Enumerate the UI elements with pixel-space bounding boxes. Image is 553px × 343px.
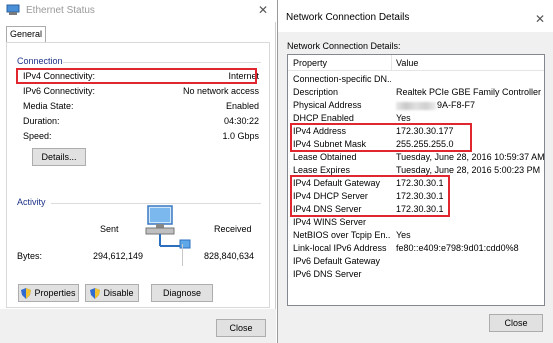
general-tab-panel: Connection IPv4 Connectivity: Internet I… — [6, 42, 270, 308]
list-item-value: Realtek PCIe GBE Family Controller — [396, 87, 542, 97]
list-item-value: fe80::e409:e798:9d01:cdd0%8 — [396, 243, 519, 253]
list-item-property: NetBIOS over Tcpip En... — [293, 230, 391, 240]
disable-button-label: Disable — [103, 288, 134, 298]
list-item-property: IPv6 Default Gateway — [293, 256, 381, 266]
info-row-media-state: Media State: Enabled — [23, 101, 259, 113]
properties-button[interactable]: Properties — [18, 284, 79, 302]
info-row-value: 1.0 Gbps — [222, 131, 259, 141]
info-row-speed: Speed: 1.0 Gbps — [23, 131, 259, 143]
list-item-property: Description — [293, 87, 339, 97]
list-item[interactable]: Link-local IPv6 Address fe80::e409:e798:… — [288, 242, 544, 255]
activity-section-label: Activity — [17, 197, 46, 207]
tab-general[interactable]: General — [6, 26, 46, 42]
list-item[interactable]: IPv6 DNS Server — [288, 268, 544, 281]
info-row-ipv6-connectivity: IPv6 Connectivity: No network access — [23, 86, 259, 98]
list-item[interactable]: Description Realtek PCIe GBE Family Cont… — [288, 86, 544, 99]
window-title: Ethernet Status — [26, 5, 95, 16]
info-row-key: Speed: — [23, 131, 52, 141]
ethernet-status-window: Ethernet Status ✕ General Connection IPv… — [0, 0, 276, 343]
computer-network-icon — [145, 205, 191, 249]
list-item[interactable]: Physical Address 9A-F8-F7 — [288, 99, 544, 112]
info-row-key: IPv6 Connectivity: — [23, 86, 96, 96]
highlight-box-ipv4-address — [290, 123, 472, 152]
info-row-key: Duration: — [23, 116, 60, 126]
disable-button[interactable]: Disable — [85, 284, 139, 302]
info-row-value: 04:30:22 — [223, 116, 259, 126]
column-header-value[interactable]: Value — [396, 58, 418, 68]
info-row-value: No network access — [182, 86, 259, 96]
network-adapter-icon — [6, 4, 20, 15]
bytes-received-value: 828,840,634 — [204, 251, 255, 261]
list-item[interactable]: Connection-specific DN... — [288, 73, 544, 86]
list-item-property: DHCP Enabled — [293, 113, 354, 123]
info-row-duration: Duration: 04:30:22 — [23, 116, 259, 128]
received-label: Received — [214, 224, 252, 234]
close-button[interactable]: Close — [489, 314, 543, 332]
mac-suffix: 9A-F8-F7 — [437, 100, 476, 110]
details-titlebar[interactable]: Network Connection Details ✕ — [278, 0, 553, 32]
list-item-value: Yes — [396, 113, 411, 123]
list-item-property: IPv6 DNS Server — [293, 269, 362, 279]
list-item-property: Lease Expires — [293, 165, 351, 175]
list-item[interactable]: Lease Obtained Tuesday, June 28, 2016 10… — [288, 151, 545, 164]
details-list[interactable]: Property Value Connection-specific DN...… — [287, 54, 545, 306]
shield-icon — [90, 288, 101, 300]
details-subheading: Network Connection Details: — [287, 41, 401, 51]
bytes-sent-value: 294,612,149 — [93, 251, 144, 261]
connection-section-label: Connection — [17, 56, 63, 66]
list-item-value: Tuesday, June 28, 2016 10:59:37 AM — [396, 152, 545, 162]
list-item-value: Tuesday, June 28, 2016 5:00:23 PM — [396, 165, 541, 175]
list-item-property: Physical Address — [293, 100, 362, 110]
column-separator[interactable] — [391, 55, 392, 71]
diagnose-button[interactable]: Diagnose — [151, 284, 213, 302]
list-item-property: IPv4 WINS Server — [293, 217, 367, 227]
bytes-label: Bytes: — [17, 251, 43, 261]
list-item[interactable]: IPv6 Default Gateway — [288, 255, 544, 268]
tab-strip: General — [6, 26, 270, 42]
bytes-column-divider — [182, 244, 183, 266]
close-icon[interactable]: ✕ — [535, 12, 545, 26]
properties-button-label: Properties — [34, 288, 76, 298]
close-icon[interactable]: ✕ — [258, 3, 268, 17]
list-item-property: Connection-specific DN... — [293, 74, 391, 84]
highlight-box-ipv4-connectivity — [16, 68, 257, 84]
column-header-property[interactable]: Property — [293, 58, 327, 68]
info-row-value: Enabled — [225, 101, 259, 111]
window-title: Network Connection Details — [286, 12, 410, 23]
ethernet-status-footer: Close — [0, 309, 276, 343]
ethernet-status-titlebar[interactable]: Ethernet Status ✕ — [0, 0, 276, 22]
network-connection-details-window: Network Connection Details ✕ Network Con… — [277, 0, 553, 343]
connection-divider — [63, 62, 261, 63]
info-row-key: Media State: — [23, 101, 74, 111]
list-header: Property Value — [288, 55, 544, 71]
sent-label: Sent — [100, 224, 119, 234]
close-button[interactable]: Close — [216, 319, 266, 337]
list-item-value: 9A-F8-F7 — [396, 100, 475, 110]
highlight-box-gateway-dhcp-dns — [290, 175, 450, 217]
shield-icon — [21, 288, 32, 300]
list-item[interactable]: NetBIOS over Tcpip En... Yes — [288, 229, 544, 242]
list-item-value: Yes — [396, 230, 411, 240]
list-item-property: Link-local IPv6 Address — [293, 243, 387, 253]
list-item[interactable]: IPv4 WINS Server — [288, 216, 544, 229]
redacted-mac-prefix — [396, 101, 436, 110]
details-button[interactable]: Details... — [32, 148, 86, 166]
list-item-property: Lease Obtained — [293, 152, 357, 162]
